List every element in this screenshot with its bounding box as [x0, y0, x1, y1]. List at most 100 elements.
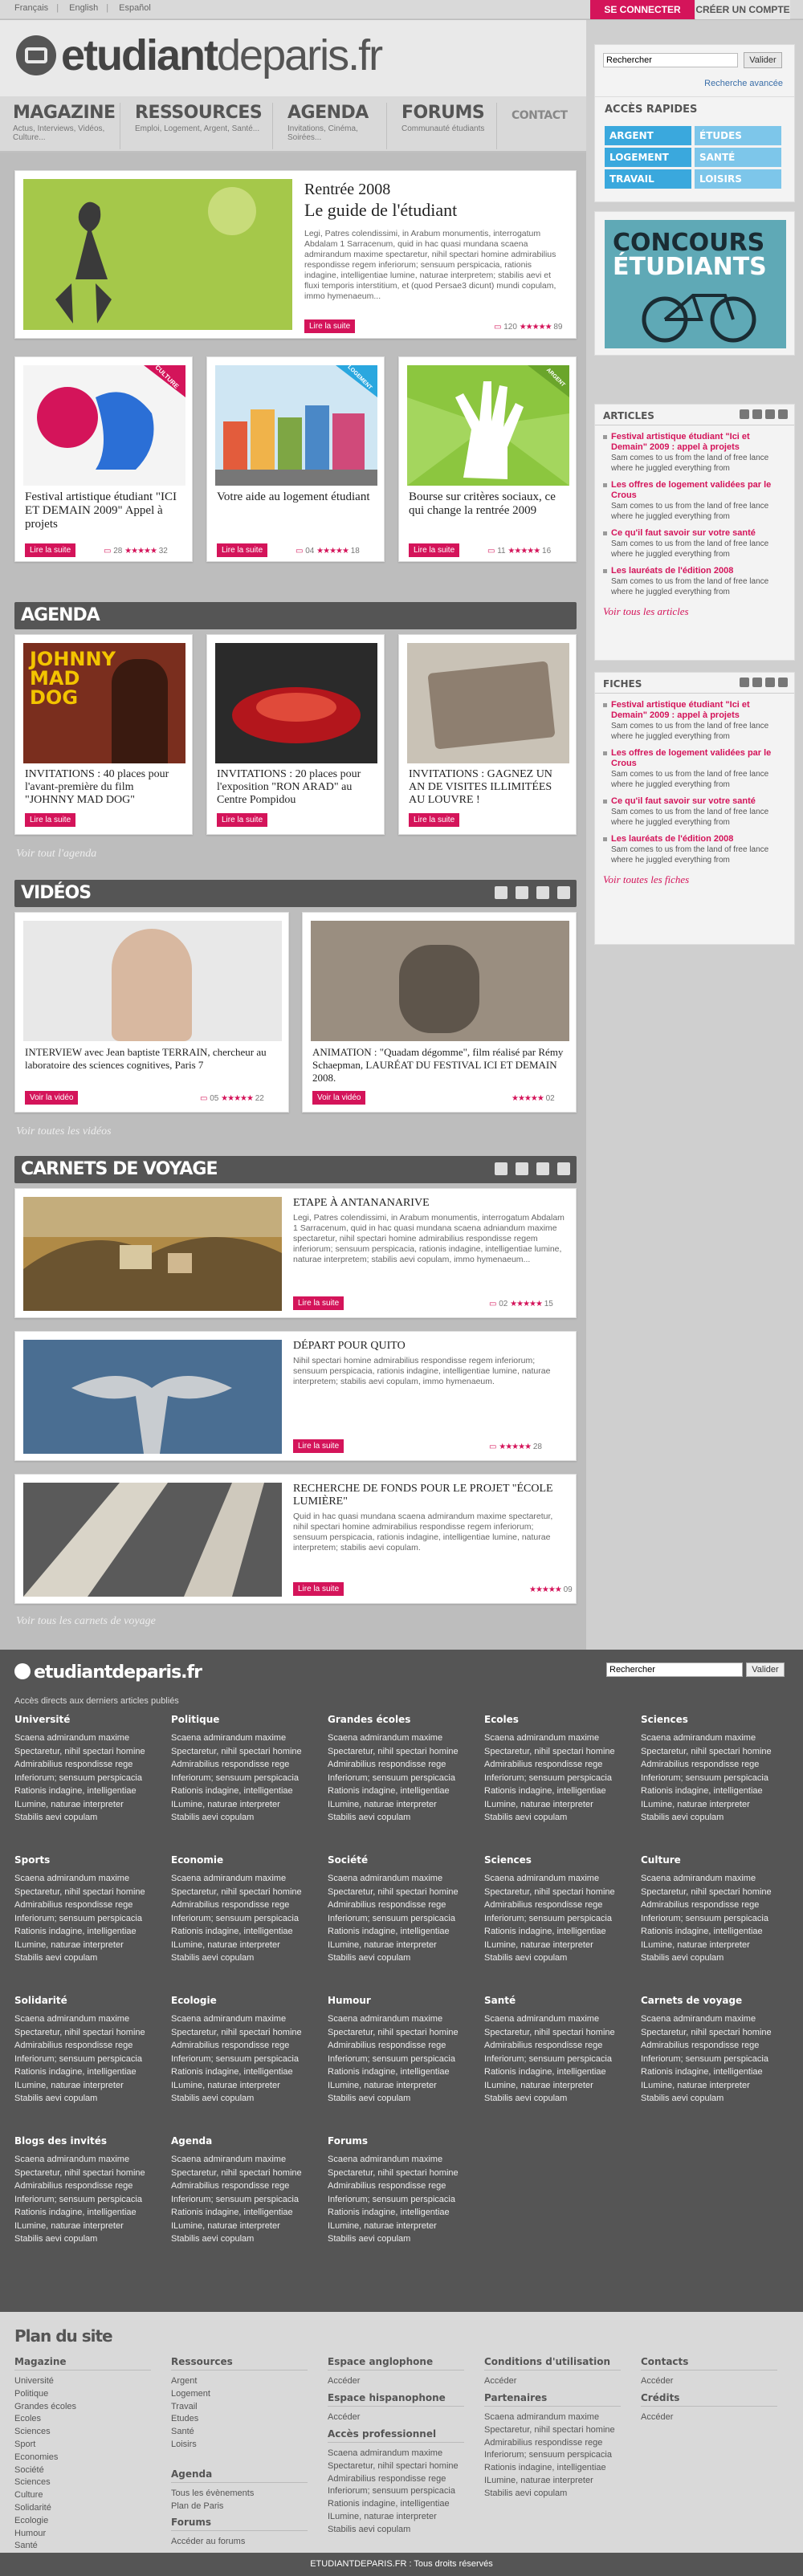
footer-link[interactable]: Rationis indagine, intelligentiae	[171, 2065, 316, 2079]
carnet-title[interactable]: ETAPE À ANTANANARIVE	[293, 1197, 430, 1210]
footer-link[interactable]: Scaena admirandum maxime	[14, 1872, 159, 1886]
footer-link[interactable]: Inferiorum; sensuum perspicacia	[14, 1912, 159, 1926]
footer-link[interactable]: Stabilis aevi copulam	[171, 1811, 316, 1825]
footer-link[interactable]: Stabilis aevi copulam	[641, 1951, 785, 1965]
footer-link[interactable]: Inferiorum; sensuum perspicacia	[14, 1772, 159, 1785]
all-videos-link[interactable]: Voir toutes les vidéos	[16, 1125, 112, 1138]
article-item[interactable]: Ce qu'il faut savoir sur votre santé Sam …	[603, 528, 786, 560]
feature-title-2[interactable]: Le guide de l'étudiant	[304, 200, 457, 221]
footer-link[interactable]: Inferiorum; sensuum perspicacia	[171, 2053, 316, 2066]
article-image[interactable]: CULTURE	[23, 364, 185, 486]
footer-link[interactable]: Spectaretur, nihil spectari homine	[484, 1886, 629, 1899]
footer-link[interactable]: Rationis indagine, intelligentiae	[171, 1925, 316, 1939]
footer-link[interactable]: Scaena admirandum maxime	[328, 2153, 472, 2167]
footer-search-button[interactable]: Valider	[746, 1662, 785, 1677]
footer-link[interactable]: Rationis indagine, intelligentiae	[14, 2206, 159, 2220]
footer-column-title[interactable]: Ecologie	[171, 1995, 316, 2006]
sitemap-link[interactable]: Accéder au forums	[171, 2536, 308, 2549]
read-more-button[interactable]: Lire la suite	[409, 543, 460, 557]
sitemap-link[interactable]: Scaena admirandum maxime	[328, 2448, 464, 2460]
footer-column-title[interactable]: Carnets de voyage	[641, 1995, 785, 2006]
sitemap-link[interactable]: Accéder	[641, 2375, 777, 2388]
footer-column-title[interactable]: Sports	[14, 1854, 159, 1866]
nav-magazine[interactable]: MAGAZINE Actus, Interviews, Vidéos, Cultu…	[0, 103, 120, 149]
footer-link[interactable]: Admirabilius respondisse rege	[641, 2039, 785, 2053]
footer-link[interactable]: Rationis indagine, intelligentiae	[484, 1925, 629, 1939]
footer-logo[interactable]: etudiantdeparis.fr	[14, 1662, 202, 1683]
fiche-item[interactable]: Les lauréats de l'édition 2008 Sam comes …	[603, 834, 786, 865]
nav-forums[interactable]: FORUMS Communauté étudiants	[389, 103, 497, 149]
footer-link[interactable]: Stabilis aevi copulam	[171, 1951, 316, 1965]
network-icon[interactable]	[765, 409, 775, 419]
all-carnets-link[interactable]: Voir tous les carnets de voyage	[16, 1615, 156, 1628]
read-more-button[interactable]: Lire la suite	[25, 813, 76, 827]
footer-link[interactable]: ILumine, naturae interpreter	[14, 1798, 159, 1812]
quick-travail[interactable]: TRAVAIL	[605, 169, 691, 189]
footer-link[interactable]: Spectaretur, nihil spectari homine	[641, 1745, 785, 1759]
footer-link[interactable]: Stabilis aevi copulam	[171, 2232, 316, 2246]
sitemap-link[interactable]: Culture	[14, 2489, 151, 2502]
sitemap-link[interactable]: Ecoles	[14, 2413, 151, 2426]
footer-link[interactable]: Rationis indagine, intelligentiae	[484, 2065, 629, 2079]
sitemap-link[interactable]: Sciences	[14, 2476, 151, 2489]
footer-link[interactable]: Stabilis aevi copulam	[484, 2092, 629, 2106]
footer-link[interactable]: Inferiorum; sensuum perspicacia	[484, 2053, 629, 2066]
all-agenda-link[interactable]: Voir tout l'agenda	[16, 848, 96, 861]
footer-link[interactable]: Admirabilius respondisse rege	[171, 2179, 316, 2193]
rss-icon[interactable]	[557, 886, 570, 899]
footer-link[interactable]: Rationis indagine, intelligentiae	[328, 1784, 472, 1798]
fiche-item[interactable]: Ce qu'il faut savoir sur votre santé Sam …	[603, 796, 786, 828]
footer-link[interactable]: Rationis indagine, intelligentiae	[641, 2065, 785, 2079]
footer-link[interactable]: Stabilis aevi copulam	[328, 2232, 472, 2246]
footer-link[interactable]: Spectaretur, nihil spectari homine	[14, 1745, 159, 1759]
footer-link[interactable]: Scaena admirandum maxime	[641, 1872, 785, 1886]
footer-link[interactable]: Inferiorum; sensuum perspicacia	[328, 2053, 472, 2066]
footer-link[interactable]: Rationis indagine, intelligentiae	[328, 2065, 472, 2079]
sitemap-link[interactable]: Economies	[14, 2452, 151, 2464]
login-button[interactable]: SE CONNECTER	[590, 0, 695, 19]
footer-link[interactable]: Rationis indagine, intelligentiae	[641, 1784, 785, 1798]
sitemap-link[interactable]: Etudes	[171, 2413, 308, 2426]
sitemap-link[interactable]: Rationis indagine, intelligentiae	[328, 2498, 464, 2511]
share-icon[interactable]	[516, 886, 528, 899]
footer-column-title[interactable]: Humour	[328, 1995, 472, 2006]
share-icon[interactable]	[752, 409, 762, 419]
footer-link[interactable]: Inferiorum; sensuum perspicacia	[641, 2053, 785, 2066]
sitemap-link[interactable]: Travail	[171, 2401, 308, 2414]
footer-link[interactable]: Admirabilius respondisse rege	[14, 1898, 159, 1912]
carnet-image[interactable]	[23, 1340, 282, 1454]
sitemap-link[interactable]: Santé	[14, 2540, 151, 2553]
nav-contact[interactable]: CONTACT	[499, 103, 583, 149]
footer-link[interactable]: Admirabilius respondisse rege	[171, 1898, 316, 1912]
share-icon[interactable]	[752, 678, 762, 687]
quick-etudes[interactable]: ÉTUDES	[695, 126, 781, 145]
footer-link[interactable]: Admirabilius respondisse rege	[641, 1898, 785, 1912]
footer-link[interactable]: Inferiorum; sensuum perspicacia	[14, 2053, 159, 2066]
quick-loisirs[interactable]: LOISIRS	[695, 169, 781, 189]
sitemap-link[interactable]: Tous les évènements	[171, 2488, 308, 2501]
footer-link[interactable]: Stabilis aevi copulam	[328, 2092, 472, 2106]
sitemap-link[interactable]: Stabilis aevi copulam	[328, 2524, 464, 2537]
footer-link[interactable]: ILumine, naturae interpreter	[14, 2079, 159, 2093]
sitemap-link[interactable]: Accéder	[328, 2411, 464, 2424]
footer-column-title[interactable]: Economie	[171, 1854, 316, 1866]
footer-link[interactable]: Scaena admirandum maxime	[484, 2012, 629, 2026]
read-more-button[interactable]: Lire la suite	[293, 1296, 344, 1310]
bookmark-icon[interactable]	[495, 886, 507, 899]
footer-link[interactable]: Spectaretur, nihil spectari homine	[14, 1886, 159, 1899]
footer-link[interactable]: Admirabilius respondisse rege	[328, 1758, 472, 1772]
read-more-button[interactable]: Lire la suite	[293, 1582, 344, 1596]
footer-link[interactable]: ILumine, naturae interpreter	[328, 2220, 472, 2233]
sitemap-group-title[interactable]: Espace anglophone	[328, 2356, 464, 2370]
carnet-image[interactable]	[23, 1197, 282, 1311]
sitemap-link[interactable]: Argent	[171, 2375, 308, 2388]
sitemap-group-title[interactable]: Accès professionnel	[328, 2428, 464, 2443]
footer-link[interactable]: Admirabilius respondisse rege	[484, 2039, 629, 2053]
fiche-item[interactable]: Les offres de logement validées par le C…	[603, 748, 786, 790]
footer-link[interactable]: ILumine, naturae interpreter	[484, 1798, 629, 1812]
sitemap-link[interactable]: Scaena admirandum maxime	[484, 2411, 621, 2424]
article-title[interactable]: Bourse sur critères sociaux, ce qui chan…	[409, 490, 569, 518]
footer-link[interactable]: Scaena admirandum maxime	[171, 1732, 316, 1745]
footer-link[interactable]: Rationis indagine, intelligentiae	[14, 2065, 159, 2079]
footer-link[interactable]: ILumine, naturae interpreter	[171, 2220, 316, 2233]
